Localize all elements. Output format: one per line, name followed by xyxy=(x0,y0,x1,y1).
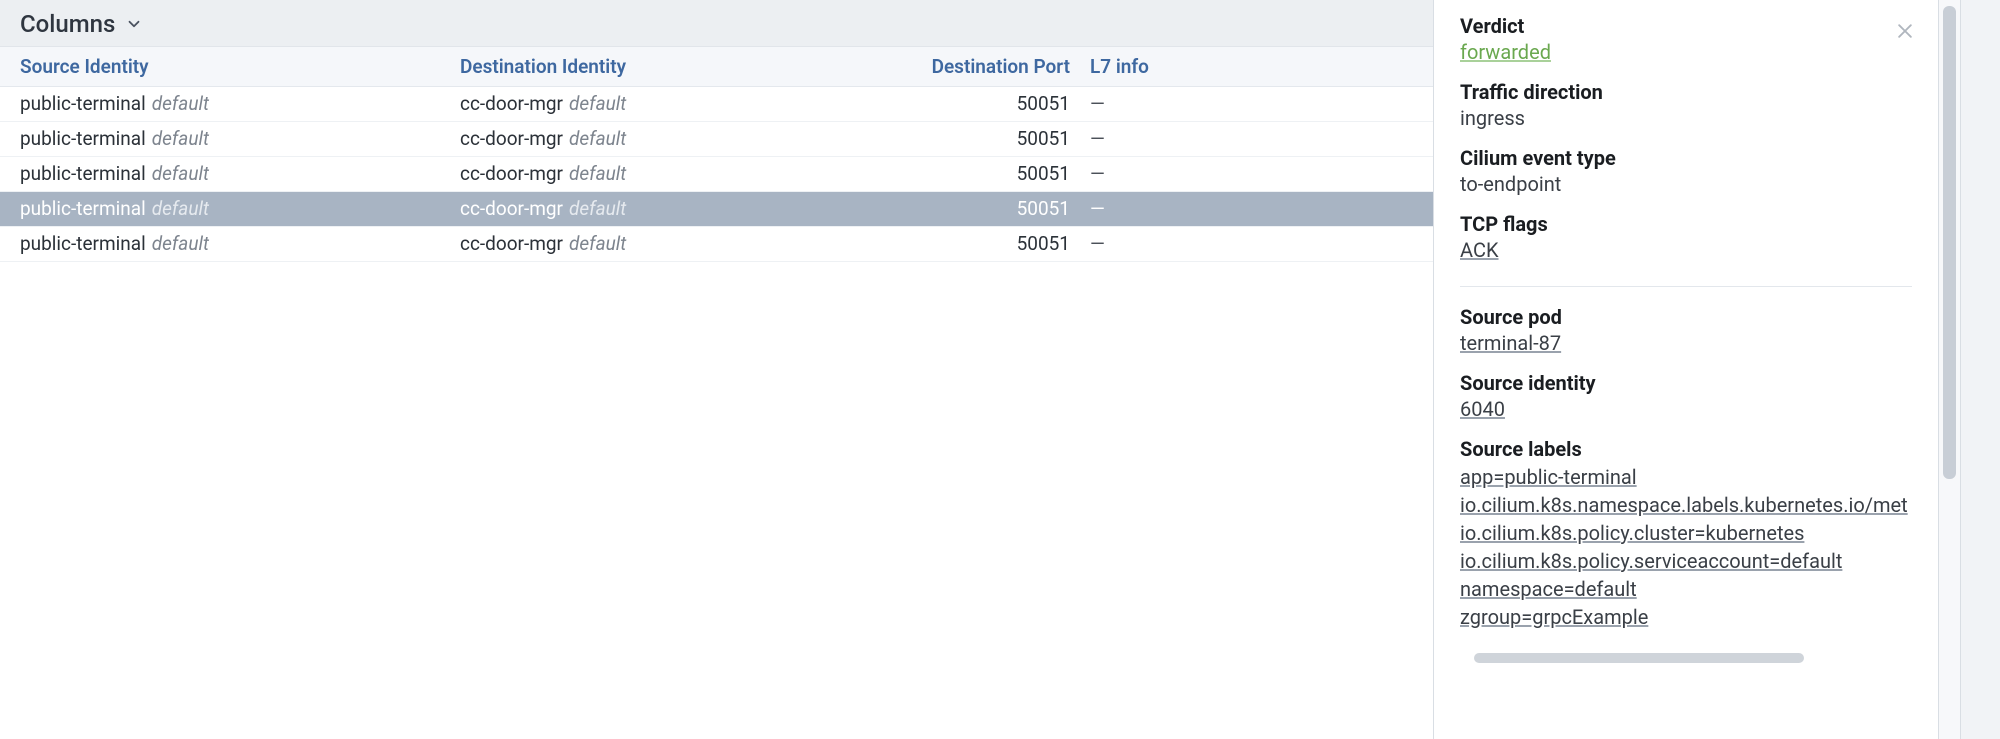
source-namespace: default xyxy=(152,92,209,115)
field-traffic-direction: Traffic direction ingress xyxy=(1460,80,1912,130)
table-body: public-terminal default cc-door-mgr default… xyxy=(0,87,1433,262)
source-pod-value[interactable]: terminal-87 xyxy=(1460,331,1912,355)
columns-toolbar[interactable]: Columns xyxy=(0,0,1433,47)
cell-source: public-terminal default xyxy=(20,124,460,154)
cell-source: public-terminal default xyxy=(20,194,460,224)
destination-namespace: default xyxy=(569,232,626,255)
table-row[interactable]: public-terminal default cc-door-mgr default… xyxy=(0,157,1433,192)
columns-label: Columns xyxy=(20,10,115,38)
cell-destination: cc-door-mgr default xyxy=(460,89,890,119)
source-namespace: default xyxy=(152,127,209,150)
table-header: Source Identity Destination Identity Des… xyxy=(0,47,1433,87)
destination-service: cc-door-mgr xyxy=(460,232,563,255)
field-cilium-event-type: Cilium event type to-endpoint xyxy=(1460,146,1912,196)
cell-destination: cc-door-mgr default xyxy=(460,159,890,189)
source-identity-label: Source identity xyxy=(1460,371,1912,395)
horizontal-scrollbar[interactable] xyxy=(1460,653,1912,663)
verdict-label: Verdict xyxy=(1460,14,1912,38)
table-row[interactable]: public-terminal default cc-door-mgr default… xyxy=(0,122,1433,157)
cell-destination: cc-door-mgr default xyxy=(460,229,890,259)
cell-source: public-terminal default xyxy=(20,229,460,259)
source-label-item[interactable]: app=public-terminal xyxy=(1460,463,1912,491)
scrollbar-thumb[interactable] xyxy=(1943,6,1956,479)
traffic-direction-label: Traffic direction xyxy=(1460,80,1912,104)
source-label-item[interactable]: namespace=default xyxy=(1460,575,1912,603)
cell-port: 50051 xyxy=(890,229,1090,259)
source-label-item[interactable]: io.cilium.k8s.policy.cluster=kubernetes xyxy=(1460,519,1912,547)
cell-l7: — xyxy=(1090,124,1413,154)
cell-port: 50051 xyxy=(890,159,1090,189)
panel-vertical-scrollbar[interactable] xyxy=(1938,0,1960,739)
source-service: public-terminal xyxy=(20,127,146,150)
destination-namespace: default xyxy=(569,197,626,220)
traffic-direction-value: ingress xyxy=(1460,106,1912,130)
source-service: public-terminal xyxy=(20,232,146,255)
table-row[interactable]: public-terminal default cc-door-mgr default… xyxy=(0,87,1433,122)
divider xyxy=(1460,286,1912,287)
cell-source: public-terminal default xyxy=(20,89,460,119)
field-source-labels: Source labels app=public-terminalio.cili… xyxy=(1460,437,1912,631)
cell-destination: cc-door-mgr default xyxy=(460,194,890,224)
table-row[interactable]: public-terminal default cc-door-mgr default… xyxy=(0,192,1433,227)
source-labels-label: Source labels xyxy=(1460,437,1912,461)
source-namespace: default xyxy=(152,162,209,185)
source-labels-list: app=public-terminalio.cilium.k8s.namespa… xyxy=(1460,463,1912,631)
source-label-item[interactable]: io.cilium.k8s.policy.serviceaccount=defa… xyxy=(1460,547,1912,575)
details-panel: Verdict forwarded Traffic direction ingr… xyxy=(1433,0,1938,739)
field-source-pod: Source pod terminal-87 xyxy=(1460,305,1912,355)
destination-namespace: default xyxy=(569,162,626,185)
tcp-flags-value[interactable]: ACK xyxy=(1460,238,1912,262)
destination-namespace: default xyxy=(569,127,626,150)
chevron-down-icon xyxy=(125,15,143,33)
horizontal-scrollbar-thumb[interactable] xyxy=(1474,653,1804,663)
source-identity-value[interactable]: 6040 xyxy=(1460,397,1912,421)
destination-service: cc-door-mgr xyxy=(460,197,563,220)
source-service: public-terminal xyxy=(20,92,146,115)
col-header-destination[interactable]: Destination Identity xyxy=(460,55,890,78)
col-header-l7[interactable]: L7 info xyxy=(1090,55,1413,78)
cell-l7: — xyxy=(1090,159,1413,189)
source-namespace: default xyxy=(152,232,209,255)
flows-table-area: Columns Source Identity Destination Iden… xyxy=(0,0,1433,739)
table-row[interactable]: public-terminal default cc-door-mgr default… xyxy=(0,227,1433,262)
cell-port: 50051 xyxy=(890,89,1090,119)
col-header-port[interactable]: Destination Port xyxy=(890,55,1090,78)
app-root: Columns Source Identity Destination Iden… xyxy=(0,0,2000,739)
tcp-flags-label: TCP flags xyxy=(1460,212,1912,236)
source-service: public-terminal xyxy=(20,197,146,220)
window-vertical-scrollbar[interactable] xyxy=(1960,0,2000,739)
source-namespace: default xyxy=(152,197,209,220)
field-tcp-flags: TCP flags ACK xyxy=(1460,212,1912,262)
cell-l7: — xyxy=(1090,229,1413,259)
col-header-source[interactable]: Source Identity xyxy=(20,55,460,78)
cell-l7: — xyxy=(1090,194,1413,224)
cell-source: public-terminal default xyxy=(20,159,460,189)
destination-service: cc-door-mgr xyxy=(460,162,563,185)
field-verdict: Verdict forwarded xyxy=(1460,14,1912,64)
cell-l7: — xyxy=(1090,89,1413,119)
destination-service: cc-door-mgr xyxy=(460,127,563,150)
source-service: public-terminal xyxy=(20,162,146,185)
close-icon[interactable] xyxy=(1892,18,1918,44)
source-label-item[interactable]: io.cilium.k8s.namespace.labels.kubernete… xyxy=(1460,491,1912,519)
event-type-value: to-endpoint xyxy=(1460,172,1912,196)
cell-port: 50051 xyxy=(890,194,1090,224)
destination-service: cc-door-mgr xyxy=(460,92,563,115)
cell-port: 50051 xyxy=(890,124,1090,154)
verdict-value[interactable]: forwarded xyxy=(1460,40,1912,64)
destination-namespace: default xyxy=(569,92,626,115)
field-source-identity: Source identity 6040 xyxy=(1460,371,1912,421)
source-label-item[interactable]: zgroup=grpcExample xyxy=(1460,603,1912,631)
cell-destination: cc-door-mgr default xyxy=(460,124,890,154)
event-type-label: Cilium event type xyxy=(1460,146,1912,170)
source-pod-label: Source pod xyxy=(1460,305,1912,329)
